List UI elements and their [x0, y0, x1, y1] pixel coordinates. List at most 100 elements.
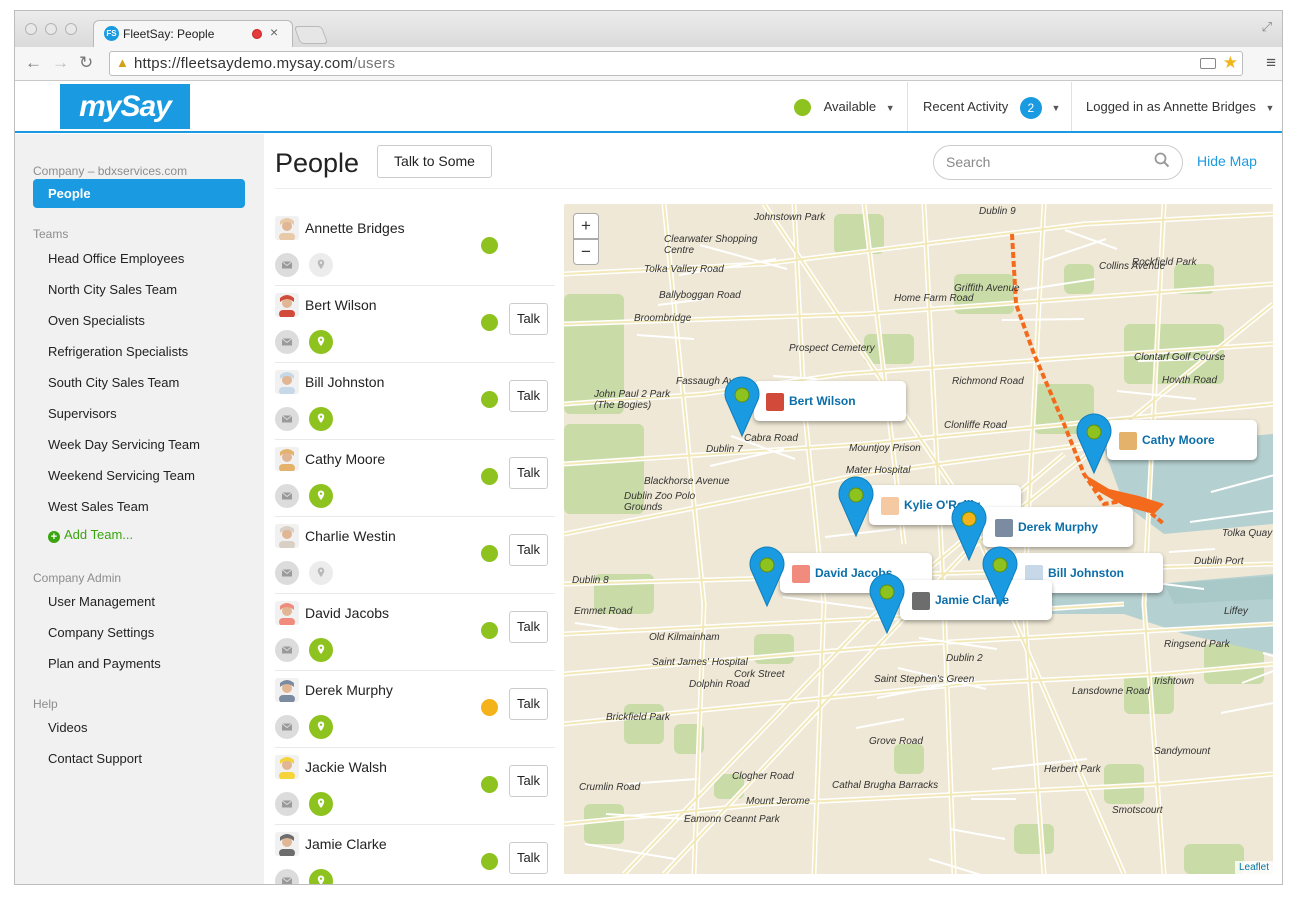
minimize-window-icon[interactable]	[45, 23, 57, 35]
search-placeholder: Search	[946, 154, 991, 170]
recent-activity-dropdown[interactable]: Recent Activity 2 ▼	[923, 82, 1060, 131]
person-row[interactable]: Jamie Clarke Talk	[275, 825, 555, 884]
message-icon[interactable]	[275, 792, 299, 816]
location-pin-icon[interactable]	[309, 869, 333, 884]
talk-button[interactable]: Talk	[509, 303, 548, 335]
zoom-out-button[interactable]: −	[573, 239, 599, 265]
map-person-name[interactable]: Cathy Moore	[1142, 433, 1215, 447]
talk-button[interactable]: Talk	[509, 765, 548, 797]
fullscreen-icon[interactable]: ⤢	[1262, 19, 1272, 35]
maximize-window-icon[interactable]	[65, 23, 77, 35]
sidebar-item-user-management[interactable]: User Management	[48, 594, 155, 609]
mysay-logo[interactable]: mySay	[60, 84, 190, 129]
person-row[interactable]: Derek Murphy Talk	[275, 671, 555, 748]
message-icon[interactable]	[275, 869, 299, 884]
person-row[interactable]: Bill Johnston Talk	[275, 363, 555, 440]
message-icon[interactable]	[275, 484, 299, 508]
back-icon[interactable]: ←	[25, 54, 42, 72]
map-person-name[interactable]: Kylie O'Reilly	[904, 498, 980, 512]
sidebar-item-team[interactable]: Oven Specialists	[48, 313, 145, 328]
map-person-name[interactable]: Bert Wilson	[789, 394, 856, 408]
person-name[interactable]: Jackie Walsh	[305, 759, 387, 775]
talk-button[interactable]: Talk	[509, 688, 548, 720]
reload-icon[interactable]: ↻	[79, 54, 93, 72]
close-tab-icon[interactable]: ×	[270, 24, 278, 40]
sidebar-item-team[interactable]: Week Day Servicing Team	[48, 437, 200, 452]
map-person-card[interactable]: Cathy Moore	[1107, 420, 1257, 460]
location-pin-icon[interactable]	[309, 484, 333, 508]
sidebar-item-team[interactable]: Weekend Servicing Team	[48, 468, 195, 483]
person-name[interactable]: Cathy Moore	[305, 451, 385, 467]
close-window-icon[interactable]	[25, 23, 37, 35]
avatar	[912, 592, 930, 610]
map-person-card[interactable]: Derek Murphy	[983, 507, 1133, 547]
camera-icon[interactable]	[1200, 58, 1216, 69]
map-person-name[interactable]: Bill Johnston	[1048, 566, 1124, 580]
person-name[interactable]: David Jacobs	[305, 605, 389, 621]
search-icon[interactable]	[1154, 152, 1170, 168]
message-icon[interactable]	[275, 638, 299, 662]
sidebar-item-team[interactable]: North City Sales Team	[48, 282, 177, 297]
address-bar[interactable]: ▲ https://fleetsaydemo.mysay.com/users ★	[109, 51, 1243, 76]
person-row[interactable]: Cathy Moore Talk	[275, 440, 555, 517]
sidebar-item-plan-and-payments[interactable]: Plan and Payments	[48, 656, 161, 671]
sidebar-item-team[interactable]: South City Sales Team	[48, 375, 179, 390]
status-dropdown[interactable]: Available ▼	[794, 82, 895, 131]
person-row[interactable]: Jackie Walsh Talk	[275, 748, 555, 825]
location-pin-icon[interactable]	[309, 407, 333, 431]
talk-button[interactable]: Talk	[509, 380, 548, 412]
location-pin-icon[interactable]	[309, 715, 333, 739]
sidebar-item-team[interactable]: Head Office Employees	[48, 251, 184, 266]
map[interactable]: Johnstown Park Dublin 9 Clearwater Shoppin…	[564, 204, 1273, 874]
search-input[interactable]: Search	[933, 145, 1183, 180]
person-row[interactable]: Bert Wilson Talk	[275, 286, 555, 363]
map-person-name[interactable]: Jamie Clarke	[935, 593, 1009, 607]
map-person-card[interactable]: Jamie Clarke	[900, 580, 1052, 620]
hide-map-link[interactable]: Hide Map	[1197, 153, 1257, 169]
leaflet-attribution-link[interactable]: Leaflet	[1234, 861, 1273, 874]
location-pin-icon[interactable]	[309, 330, 333, 354]
person-name[interactable]: Bert Wilson	[305, 297, 377, 313]
person-row[interactable]: Annette Bridges	[275, 209, 555, 286]
talk-button[interactable]: Talk	[509, 534, 548, 566]
map-person-name[interactable]: David Jacobs	[815, 566, 892, 580]
add-team-link[interactable]: + Add Team...	[48, 527, 133, 543]
sidebar-item-people[interactable]: People	[33, 179, 245, 208]
user-menu-dropdown[interactable]: Logged in as Annette Bridges ▼	[1086, 82, 1274, 131]
talk-button[interactable]: Talk	[509, 457, 548, 489]
browser-menu-icon[interactable]: ≡	[1266, 53, 1276, 73]
talk-button[interactable]: Talk	[509, 842, 548, 874]
sidebar-item-contact-support[interactable]: Contact Support	[48, 751, 142, 766]
message-icon[interactable]	[275, 330, 299, 354]
zoom-in-button[interactable]: +	[573, 213, 599, 239]
sidebar-item-team[interactable]: West Sales Team	[48, 499, 149, 514]
person-name[interactable]: Bill Johnston	[305, 374, 384, 390]
map-person-name[interactable]: Derek Murphy	[1018, 520, 1098, 534]
person-row[interactable]: Charlie Westin Talk	[275, 517, 555, 594]
talk-to-some-button[interactable]: Talk to Some	[377, 145, 492, 178]
message-icon[interactable]	[275, 561, 299, 585]
location-pin-icon[interactable]	[309, 638, 333, 662]
map-person-card[interactable]: Bert Wilson	[754, 381, 906, 421]
person-row[interactable]: David Jacobs Talk	[275, 594, 555, 671]
person-name[interactable]: Jamie Clarke	[305, 836, 387, 852]
person-name[interactable]: Charlie Westin	[305, 528, 396, 544]
forward-icon[interactable]: →	[52, 54, 69, 72]
talk-button[interactable]: Talk	[509, 611, 548, 643]
person-name[interactable]: Derek Murphy	[305, 682, 393, 698]
favicon-icon: FS	[104, 26, 119, 41]
location-pin-icon[interactable]	[309, 561, 333, 585]
location-pin-icon[interactable]	[309, 253, 333, 277]
sidebar-item-videos[interactable]: Videos	[48, 720, 88, 735]
sidebar-item-company-settings[interactable]: Company Settings	[48, 625, 154, 640]
location-pin-icon[interactable]	[309, 792, 333, 816]
bookmark-star-icon[interactable]: ★	[1223, 53, 1238, 73]
browser-tab[interactable]: FS FleetSay: People ×	[93, 20, 293, 47]
message-icon[interactable]	[275, 407, 299, 431]
message-icon[interactable]	[275, 253, 299, 277]
new-tab-button[interactable]	[293, 26, 329, 44]
sidebar-item-team[interactable]: Supervisors	[48, 406, 117, 421]
sidebar-item-team[interactable]: Refrigeration Specialists	[48, 344, 188, 359]
message-icon[interactable]	[275, 715, 299, 739]
person-name[interactable]: Annette Bridges	[305, 220, 405, 236]
